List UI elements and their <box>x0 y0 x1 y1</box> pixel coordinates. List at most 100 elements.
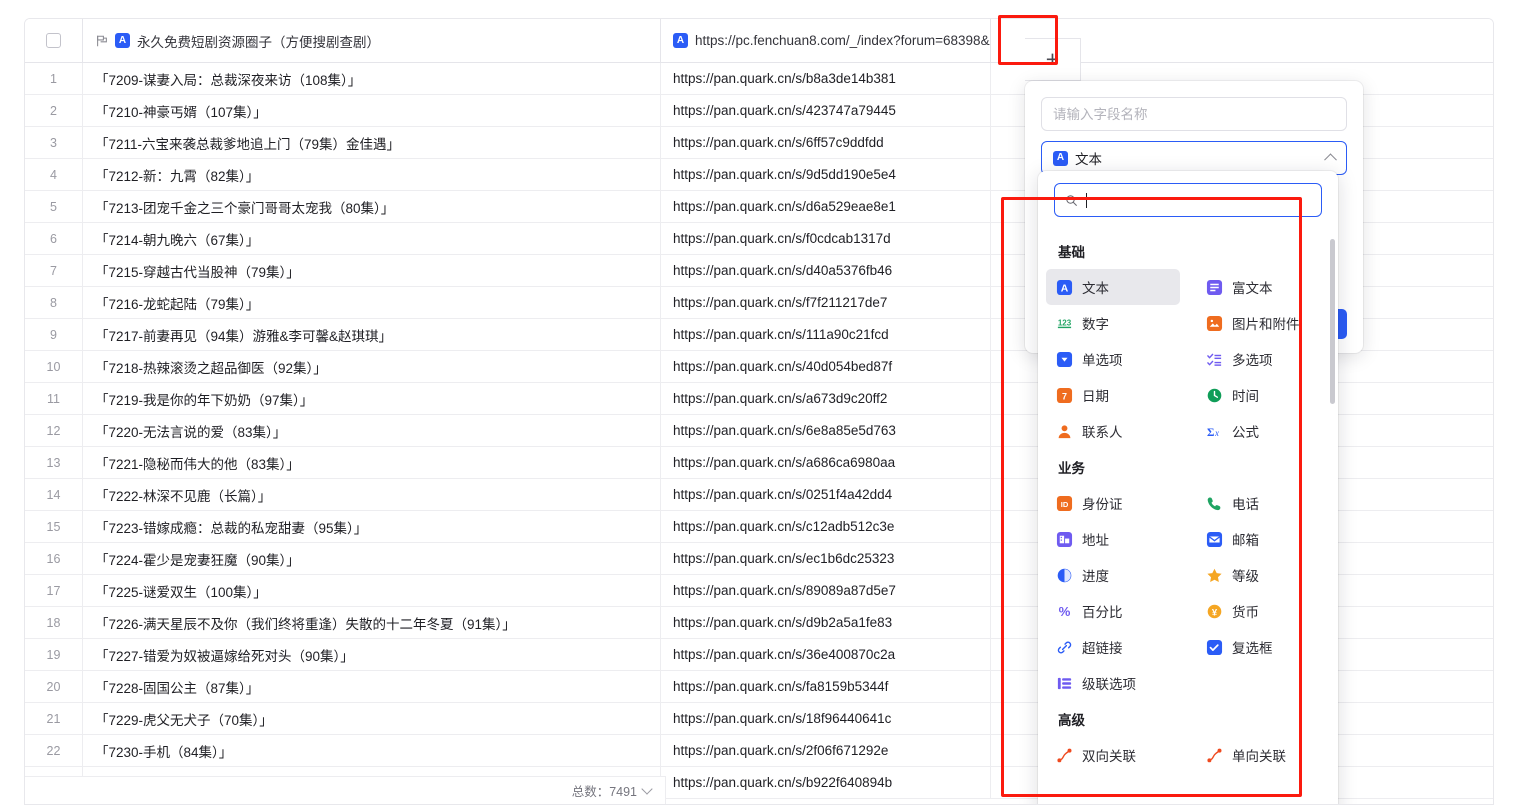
cell-url[interactable]: https://pan.quark.cn/s/f7f211217de7 <box>661 287 991 318</box>
type-option-contact[interactable]: 联系人 <box>1046 413 1180 449</box>
cell-title[interactable]: 「7229-虎父无犬子（70集）」 <box>83 703 661 734</box>
type-option-label: 双向关联 <box>1082 749 1136 764</box>
field-name-input[interactable] <box>1041 97 1347 131</box>
type-option-image[interactable]: 图片和附件 <box>1196 305 1330 341</box>
cell-title[interactable]: 「7220-无法言说的爱（83集）」 <box>83 415 661 446</box>
cell-title[interactable]: 「7222-林深不见鹿（长篇）」 <box>83 479 661 510</box>
cell-title[interactable]: 「7227-错爱为奴被逼嫁给死对头（90集）」 <box>83 639 661 670</box>
grid-header-row: A 永久免费短剧资源圈子（方便搜剧查剧） A https://pc.fenchu… <box>25 19 1493 63</box>
type-option-cascader[interactable]: 级联选项 <box>1046 665 1180 701</box>
cell-url[interactable]: https://pan.quark.cn/s/c12adb512c3e <box>661 511 991 542</box>
cell-url[interactable]: https://pan.quark.cn/s/f0cdcab1317d <box>661 223 991 254</box>
type-list-scroll[interactable]: 基础 A 文本 富文本 123 数字 图片和附件 单选项 多选项 7 日期 时间 联系人 Σx 公式 业务 ID… <box>1038 225 1338 804</box>
cell-title[interactable]: 「7214-朝九晚六（67集）」 <box>83 223 661 254</box>
row-number: 4 <box>25 159 83 190</box>
cell-url[interactable]: https://pan.quark.cn/s/40d054bed87f <box>661 351 991 382</box>
type-option-two-way-link[interactable]: 双向关联 <box>1046 737 1180 773</box>
cell-title[interactable]: 「7216-龙蛇起陆（79集）」 <box>83 287 661 318</box>
svg-text:%: % <box>1059 604 1071 619</box>
row-number: 9 <box>25 319 83 350</box>
add-field-button[interactable]: + <box>1025 38 1081 81</box>
search-icon <box>1065 194 1078 207</box>
type-option-label: 进度 <box>1082 569 1109 584</box>
cell-title[interactable]: 「7230-手机（84集）」 <box>83 735 661 766</box>
select-all-cell[interactable] <box>25 19 83 62</box>
type-option-link[interactable]: 超链接 <box>1046 629 1180 665</box>
type-option-label: 身份证 <box>1082 497 1123 512</box>
cell-title[interactable]: 「7223-错嫁成瘾：总裁的私宠甜妻（95集）」 <box>83 511 661 542</box>
column-header-title[interactable]: A 永久免费短剧资源圈子（方便搜剧查剧） <box>83 19 661 62</box>
type-option-one-way-link[interactable]: 单向关联 <box>1196 737 1330 773</box>
cell-url[interactable]: https://pan.quark.cn/s/d9b2a5a1fe83 <box>661 607 991 638</box>
rich-text-icon <box>1206 279 1223 296</box>
type-option-rich-text[interactable]: 富文本 <box>1196 269 1330 305</box>
cell-url[interactable]: https://pan.quark.cn/s/a673d9c20ff2 <box>661 383 991 414</box>
cell-title[interactable]: 「7212-新：九霄（82集）」 <box>83 159 661 190</box>
type-option-currency[interactable]: ¥ 货币 <box>1196 593 1330 629</box>
row-number: 18 <box>25 607 83 638</box>
cell-title[interactable]: 「7213-团宠千金之三个豪门哥哥太宠我（80集）」 <box>83 191 661 222</box>
cell-url[interactable]: https://pan.quark.cn/s/9d5dd190e5e4 <box>661 159 991 190</box>
multi-select-icon <box>1206 351 1223 368</box>
svg-text:7: 7 <box>1062 391 1067 401</box>
field-type-select[interactable]: A 文本 <box>1041 141 1347 175</box>
cell-title[interactable]: 「7215-穿越古代当股神（79集）」 <box>83 255 661 286</box>
cell-url[interactable]: https://pan.quark.cn/s/fa8159b5344f <box>661 671 991 702</box>
cell-url[interactable]: https://pan.quark.cn/s/d6a529eae8e1 <box>661 191 991 222</box>
cell-url[interactable]: https://pan.quark.cn/s/111a90c21fcd <box>661 319 991 350</box>
cell-title[interactable]: 「7209-谋妻入局：总裁深夜来访（108集）」 <box>83 63 661 94</box>
type-option-text[interactable]: A 文本 <box>1046 269 1180 305</box>
type-option-multi-select[interactable]: 多选项 <box>1196 341 1330 377</box>
row-number: 6 <box>25 223 83 254</box>
cell-url[interactable]: https://pan.quark.cn/s/6e8a85e5d763 <box>661 415 991 446</box>
cell-title[interactable]: 「7211-六宝来袭总裁爹地追上门（79集）金佳遇」 <box>83 127 661 158</box>
type-option-percent[interactable]: % 百分比 <box>1046 593 1180 629</box>
cell-url[interactable]: https://pan.quark.cn/s/b922f640894b <box>661 767 991 798</box>
cell-title[interactable]: 「7228-固国公主（87集）」 <box>83 671 661 702</box>
cell-url[interactable]: https://pan.quark.cn/s/89089a87d5e7 <box>661 575 991 606</box>
cell-url[interactable]: https://pan.quark.cn/s/6ff57c9ddfdd <box>661 127 991 158</box>
cell-url[interactable]: https://pan.quark.cn/s/18f96440641c <box>661 703 991 734</box>
column-header-url[interactable]: A https://pc.fenchuan8.com/_/index?forum… <box>661 19 991 62</box>
type-option-rating-star[interactable]: 等级 <box>1196 557 1330 593</box>
type-option-label: 日期 <box>1082 389 1109 404</box>
type-option-label: 数字 <box>1082 317 1109 332</box>
cell-url[interactable]: https://pan.quark.cn/s/0251f4a42dd4 <box>661 479 991 510</box>
type-option-date[interactable]: 7 日期 <box>1046 377 1180 413</box>
type-option-email[interactable]: 邮箱 <box>1196 521 1330 557</box>
cell-url[interactable]: https://pan.quark.cn/s/2f06f671292e <box>661 735 991 766</box>
type-option-progress[interactable]: 进度 <box>1046 557 1180 593</box>
row-number: 15 <box>25 511 83 542</box>
cell-title[interactable]: 「7221-隐秘而伟大的他（83集）」 <box>83 447 661 478</box>
cell-url[interactable]: https://pan.quark.cn/s/ec1b6dc25323 <box>661 543 991 574</box>
cell-url[interactable]: https://pan.quark.cn/s/d40a5376fb46 <box>661 255 991 286</box>
cell-url[interactable]: https://pan.quark.cn/s/b8a3de14b381 <box>661 63 991 94</box>
type-option-single-select[interactable]: 单选项 <box>1046 341 1180 377</box>
cell-title[interactable]: 「7226-满天星辰不及你（我们终将重逢）失散的十二年冬夏（91集）」 <box>83 607 661 638</box>
cell-url[interactable]: https://pan.quark.cn/s/a686ca6980aa <box>661 447 991 478</box>
type-option-label: 地址 <box>1082 533 1109 548</box>
chevron-down-icon[interactable] <box>641 782 653 795</box>
cell-title[interactable]: 「7219-我是你的年下奶奶（97集）」 <box>83 383 661 414</box>
type-option-formula[interactable]: Σx 公式 <box>1196 413 1330 449</box>
type-option-time[interactable]: 时间 <box>1196 377 1330 413</box>
cell-title[interactable]: 「7217-前妻再见（94集）游雅&李可馨&赵琪琪」 <box>83 319 661 350</box>
cell-url[interactable]: https://pan.quark.cn/s/36e400870c2a <box>661 639 991 670</box>
footer-divider <box>665 776 666 804</box>
scrollbar-thumb[interactable] <box>1330 239 1335 404</box>
cell-title[interactable]: 「7224-霍少是宠妻狂魔（90集）」 <box>83 543 661 574</box>
progress-icon <box>1056 567 1073 584</box>
type-option-address[interactable]: 地址 <box>1046 521 1180 557</box>
select-all-checkbox[interactable] <box>46 33 61 48</box>
type-option-number[interactable]: 123 数字 <box>1046 305 1180 341</box>
type-option-id-card[interactable]: ID 身份证 <box>1046 485 1180 521</box>
cell-title[interactable]: 「7218-热辣滚烫之超品御医（92集）」 <box>83 351 661 382</box>
row-number: 19 <box>25 639 83 670</box>
type-search-input[interactable] <box>1054 183 1322 217</box>
cell-url[interactable]: https://pan.quark.cn/s/423747a79445 <box>661 95 991 126</box>
cell-title[interactable]: 「7210-神豪丐婿（107集）」 <box>83 95 661 126</box>
type-option-phone[interactable]: 电话 <box>1196 485 1330 521</box>
type-option-label: 级联选项 <box>1082 677 1136 692</box>
cell-title[interactable]: 「7225-谜爱双生（100集）」 <box>83 575 661 606</box>
type-option-checkbox[interactable]: 复选框 <box>1196 629 1330 665</box>
